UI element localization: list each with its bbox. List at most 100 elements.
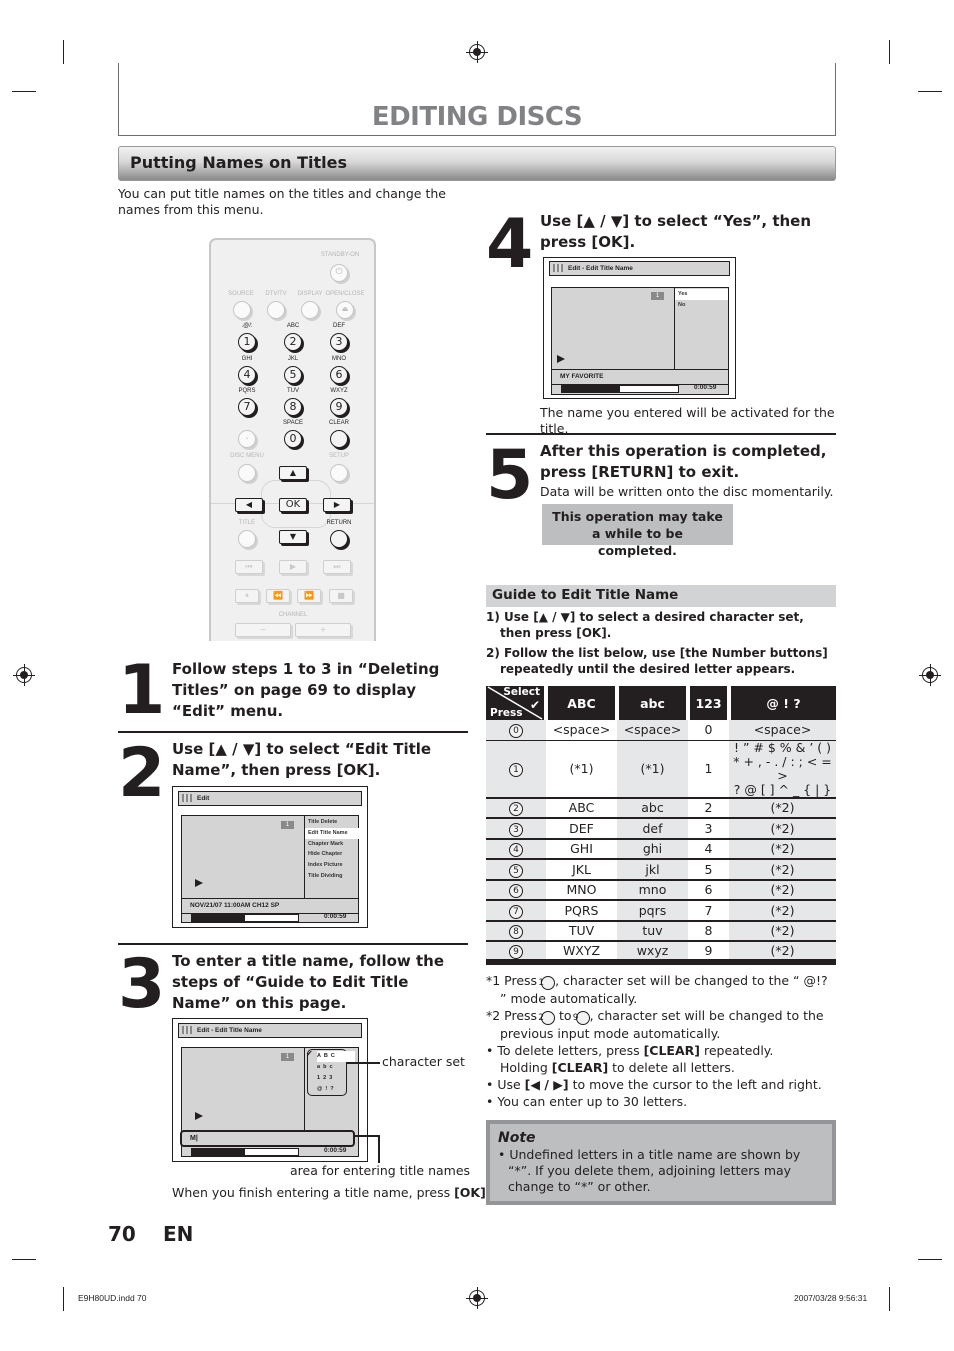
right-button[interactable]: ▶ xyxy=(323,498,351,512)
up-button[interactable]: ▲ xyxy=(279,466,307,480)
dtvtv-button[interactable] xyxy=(267,301,285,319)
rewind-button[interactable]: ⏪ xyxy=(266,589,290,603)
number-button-8[interactable]: 8 xyxy=(284,398,302,416)
charset-row[interactable]: A B C xyxy=(317,1051,355,1062)
menu-item[interactable]: Chapter Mark xyxy=(305,839,359,850)
dot-button[interactable]: · xyxy=(238,430,256,448)
disc-menu-button[interactable] xyxy=(238,464,256,482)
note-title: Note xyxy=(498,1130,536,1146)
crop-mark xyxy=(918,1259,942,1260)
time-readout: 0:00:59 xyxy=(324,1147,347,1154)
step-4-text: Use [▲ / ▼] to select “Yes”, then press … xyxy=(540,212,812,251)
display-button[interactable] xyxy=(301,301,319,319)
character-table: Select ✔ Press ABC abc 123 @ ! ? 0 <space… xyxy=(486,686,836,965)
table-row: 7 PQRS pqrs 7 (*2) xyxy=(486,900,836,922)
table-cell: GHI xyxy=(546,838,617,860)
press-key-cell: 2 xyxy=(486,797,546,819)
option-yes[interactable]: Yes xyxy=(675,289,728,300)
left-button[interactable]: ◀ xyxy=(235,498,263,512)
table-row: 2 ABC abc 2 (*2) xyxy=(486,797,836,819)
down-button[interactable]: ▼ xyxy=(279,530,307,544)
open-close-button[interactable]: ⏏ xyxy=(336,301,354,319)
table-cell: MNO xyxy=(546,879,617,901)
table-cell: (*2) xyxy=(729,900,836,922)
title-info: NOV/21/07 11:00AM CH12 SP xyxy=(182,898,358,914)
number-button-9[interactable]: 9 xyxy=(330,398,348,416)
stop-button[interactable]: ■ xyxy=(329,589,353,603)
menu-item[interactable]: Hide Chapter xyxy=(305,849,359,860)
press-key-cell: 3 xyxy=(486,818,546,840)
clear-button[interactable] xyxy=(330,430,348,448)
return-button[interactable] xyxy=(330,530,348,548)
label-key-9: WXYZ xyxy=(330,388,348,394)
note-text: • Undefined letters in a title name are … xyxy=(498,1147,801,1194)
charset-selector[interactable]: ✔ A B Ca b c1 2 3 @ ! ? xyxy=(306,1049,355,1096)
step-5-body: Data will be written onto the disc momen… xyxy=(540,484,834,499)
registration-mark-icon xyxy=(466,41,488,63)
source-button[interactable] xyxy=(233,301,251,319)
number-button-2[interactable]: 2 xyxy=(284,333,302,351)
label-channel: CHANNEL xyxy=(278,612,308,618)
table-cell: jkl xyxy=(617,859,688,881)
yes-no-menu: Yes No xyxy=(675,289,728,311)
table-cell: pqrs xyxy=(617,900,688,922)
skip-forward-button[interactable]: ⏭ xyxy=(323,560,351,574)
guide-step-1: 1) Use [▲ / ▼] to select a desired chara… xyxy=(486,610,804,640)
label-key-7: PQRS xyxy=(238,388,256,394)
channel-down-button[interactable]: − xyxy=(235,623,291,637)
skip-back-button[interactable]: ⏮ xyxy=(235,560,263,574)
number-button-1[interactable]: 1 xyxy=(238,333,256,351)
option-no[interactable]: No xyxy=(675,300,728,311)
key-2-icon: 2 xyxy=(538,1011,556,1025)
charset-row[interactable]: @ ! ? xyxy=(317,1084,355,1095)
number-button-4[interactable]: 4 xyxy=(238,366,256,384)
table-cell: PQRS xyxy=(546,900,617,922)
number-button-5[interactable]: 5 xyxy=(284,366,302,384)
label-openclose: OPEN/CLOSE xyxy=(325,291,365,297)
time-readout: 0:00:59 xyxy=(694,384,717,391)
fast-forward-button[interactable]: ⏩ xyxy=(297,589,321,603)
label-standby: STANDBY-ON xyxy=(320,252,360,258)
key-7-icon: 7 xyxy=(509,904,523,919)
table-row: 5 JKL jkl 5 (*2) xyxy=(486,859,836,881)
table-row: 4 GHI ghi 4 (*2) xyxy=(486,838,836,860)
ok-button[interactable]: OK xyxy=(279,498,307,512)
table-corner-header: Select ✔ Press xyxy=(486,686,548,720)
label-disc-menu: DISC MENU xyxy=(230,453,264,459)
play-button[interactable]: ▶ xyxy=(279,560,307,574)
press-key-cell: 9 xyxy=(486,941,546,965)
play-icon xyxy=(195,879,203,887)
menu-item[interactable]: Title Delete xyxy=(305,817,359,828)
setup-button[interactable] xyxy=(330,464,348,482)
menu-item[interactable]: Title Dividing xyxy=(305,871,359,882)
number-button-3[interactable]: 3 xyxy=(330,333,348,351)
channel-up-button[interactable]: + xyxy=(295,623,351,637)
power-button[interactable]: ⏻ xyxy=(330,264,348,282)
title-name-input[interactable]: M| xyxy=(180,1130,355,1147)
menu-item[interactable]: Index Picture xyxy=(305,860,359,871)
number-button-7[interactable]: 7 xyxy=(238,398,256,416)
pause-button[interactable]: ⏸ xyxy=(235,589,259,603)
step-5-number: 5 xyxy=(486,436,533,515)
table-cell: 7 xyxy=(688,900,729,922)
table-cell: 6 xyxy=(688,879,729,901)
column-header-abc-upper: ABC xyxy=(546,686,619,720)
charset-row[interactable]: 1 2 3 xyxy=(317,1073,355,1084)
number-button-0[interactable]: 0 xyxy=(284,430,302,448)
registration-mark-icon xyxy=(13,664,35,686)
remote-control-illustration: STANDBY-ON ⏻ SOURCE DTV/TV DISPLAY OPEN/… xyxy=(209,238,376,641)
menu-item[interactable]: Edit Title Name xyxy=(305,827,359,839)
table-cell: abc xyxy=(617,797,688,819)
table-cell: ! ” # $ % & ’ ( ) * + , - . / : ; < = > … xyxy=(729,740,836,799)
table-cell: <space> xyxy=(546,720,617,741)
callout-line xyxy=(378,1135,380,1163)
number-button-6[interactable]: 6 xyxy=(330,366,348,384)
step-2-number: 2 xyxy=(118,734,165,813)
footnote-1: *1 Press 1, character set will be change… xyxy=(486,973,828,1006)
key-4-icon: 4 xyxy=(509,843,523,858)
callout-character-set: character set xyxy=(382,1054,465,1069)
divider xyxy=(118,943,468,945)
table-cell: ghi xyxy=(617,838,688,860)
title-button[interactable] xyxy=(238,530,256,548)
press-key-cell: 6 xyxy=(486,879,546,901)
